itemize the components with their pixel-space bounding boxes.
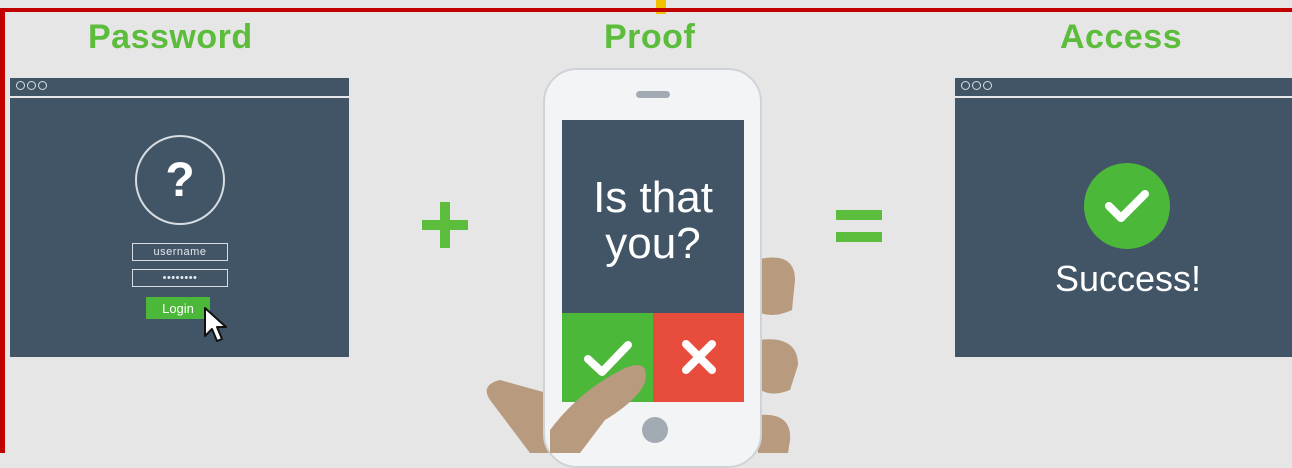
- window-dot-icon: [38, 81, 47, 90]
- thumb-illustration: [550, 365, 646, 453]
- window-dot-icon: [983, 81, 992, 90]
- success-message: Success!: [1054, 258, 1202, 299]
- password-field[interactable]: ••••••••: [132, 269, 228, 287]
- checkmark-circle-icon: [1084, 163, 1170, 249]
- heading-password: Password: [88, 18, 253, 56]
- window-dot-icon: [961, 81, 970, 90]
- heading-proof: Proof: [604, 18, 696, 56]
- question-icon: ?: [135, 135, 225, 225]
- deny-button[interactable]: [653, 313, 744, 402]
- window-dot-icon: [27, 81, 36, 90]
- equals-icon: [836, 210, 882, 242]
- window-titlebar: [955, 78, 1292, 98]
- username-field[interactable]: username: [132, 243, 228, 261]
- login-window: ? username •••••••• Login: [10, 78, 349, 357]
- heading-access: Access: [1060, 18, 1183, 56]
- x-icon: [682, 340, 716, 374]
- phone-speaker: [636, 91, 670, 98]
- window-controls: [16, 81, 47, 90]
- checkmark-icon: [1105, 190, 1149, 222]
- window-titlebar: [10, 78, 349, 98]
- window-controls: [961, 81, 992, 90]
- prompt-line-1: Is that: [593, 173, 713, 222]
- verification-prompt: Is that you?: [562, 175, 744, 267]
- plus-icon: [422, 202, 468, 248]
- prompt-line-2: you?: [605, 219, 701, 268]
- window-dot-icon: [16, 81, 25, 90]
- login-button[interactable]: Login: [146, 297, 210, 319]
- mouse-pointer-icon: [204, 307, 227, 342]
- window-dot-icon: [972, 81, 981, 90]
